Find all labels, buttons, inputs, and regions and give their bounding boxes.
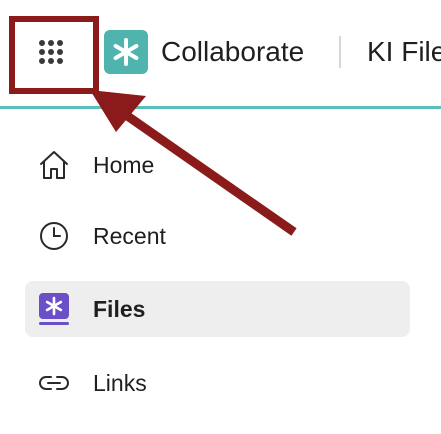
collaborate-logo-icon[interactable] [104, 30, 148, 74]
home-icon [36, 147, 72, 183]
link-icon [36, 365, 72, 401]
app-launcher-button[interactable] [9, 16, 93, 88]
sidebar-nav: Home Recent Files Links [0, 109, 441, 434]
files-icon [36, 291, 72, 327]
sidebar-item-label: Links [93, 370, 147, 396]
header-divider [339, 36, 341, 68]
sidebar-item-label: Home [93, 152, 155, 178]
sidebar-item-files[interactable]: Files [25, 281, 410, 337]
apps-grid-icon [39, 40, 63, 64]
top-bar: Collaborate KI Files [0, 0, 441, 106]
clock-icon [36, 218, 72, 254]
app-name[interactable]: Collaborate [161, 35, 304, 69]
sidebar-item-home[interactable]: Home [25, 137, 410, 193]
breadcrumb-current[interactable]: KI Files [367, 35, 441, 69]
sidebar-item-recent[interactable]: Recent [25, 208, 410, 264]
sidebar-item-links[interactable]: Links [25, 355, 410, 411]
sidebar-item-label: Files [93, 296, 146, 322]
sidebar-item-label: Recent [93, 223, 166, 249]
